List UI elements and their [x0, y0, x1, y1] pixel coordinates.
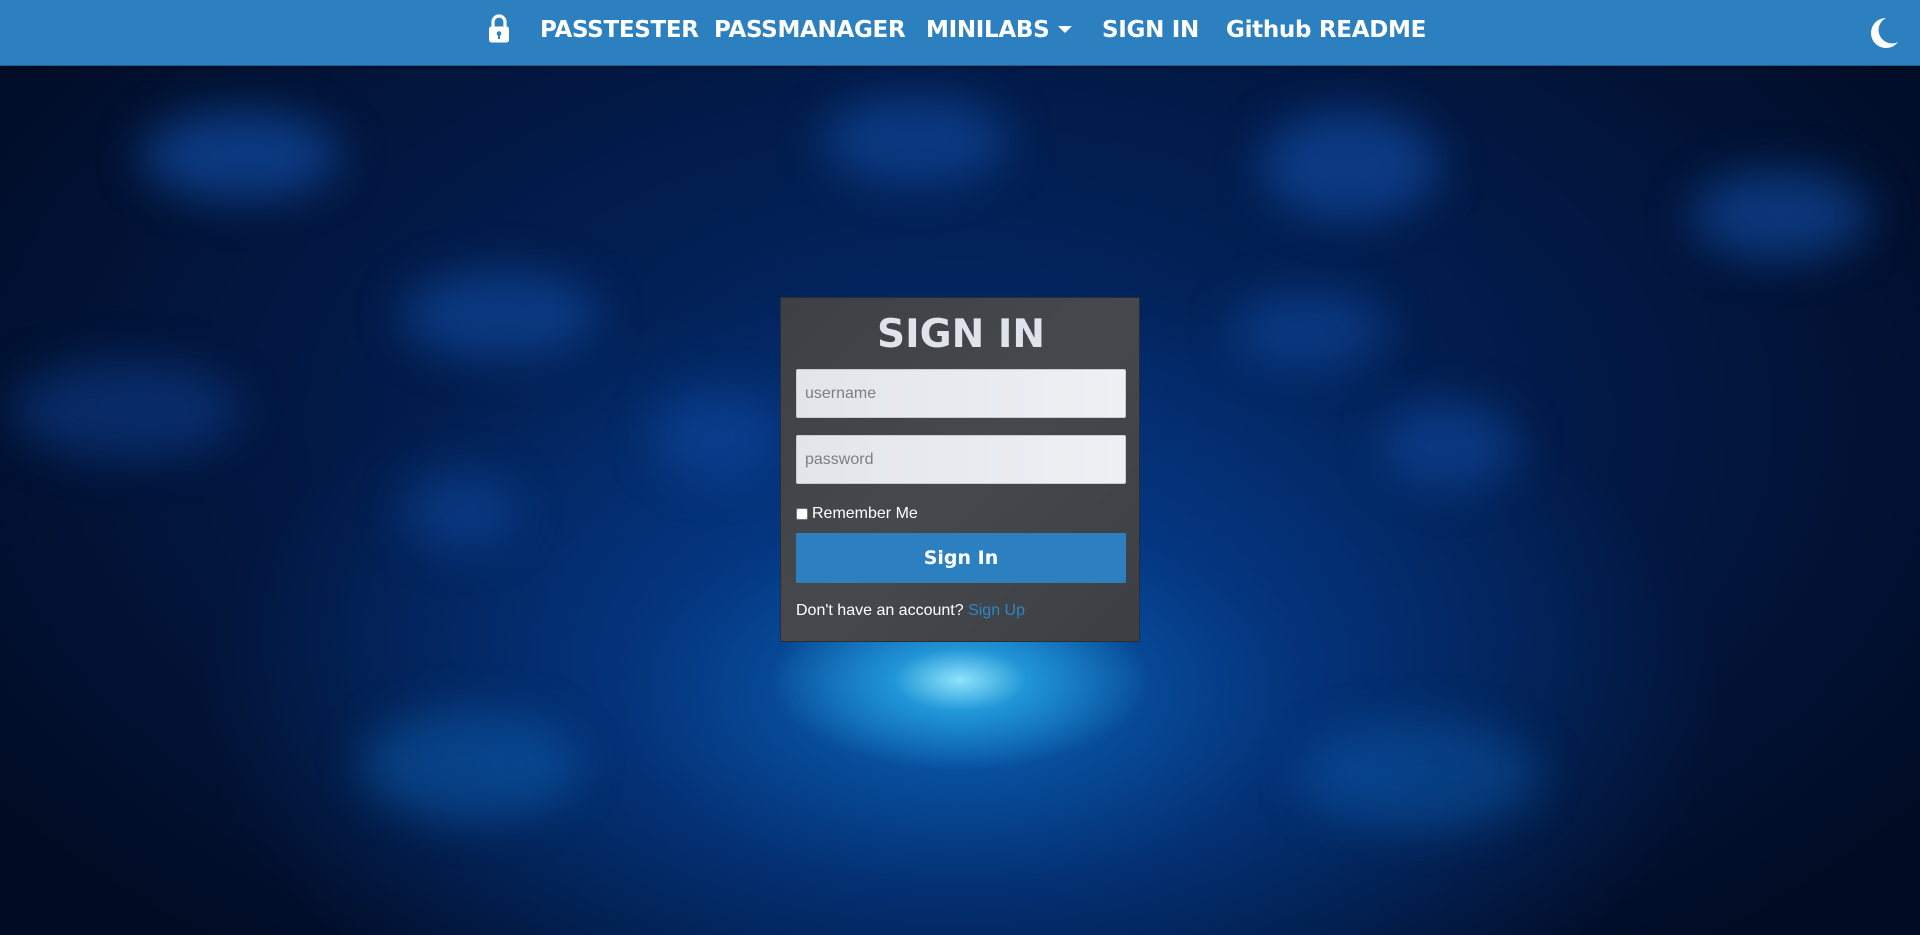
moon-icon[interactable] [1866, 16, 1900, 50]
bokeh-light [650, 390, 780, 480]
nav-dropdown-label: MINILABS [926, 17, 1050, 43]
chevron-down-icon [1058, 26, 1073, 33]
bokeh-light [140, 110, 340, 200]
lock-icon[interactable] [487, 14, 511, 44]
nav-dropdown-minilabs[interactable]: MINILABS [926, 17, 1073, 43]
signup-prompt: Don't have an account? Sign Up [796, 602, 1025, 620]
nav-link-passtester[interactable]: PASSTESTER [540, 17, 699, 43]
bokeh-light [10, 360, 240, 460]
sign-in-button[interactable]: Sign In [796, 533, 1126, 583]
signup-prompt-text: Don't have an account? [796, 602, 969, 619]
nav-link-sign-in[interactable]: SIGN IN [1102, 17, 1199, 43]
bokeh-light [400, 470, 520, 550]
bokeh-light [1300, 720, 1540, 830]
bokeh-light [400, 270, 600, 360]
remember-me-checkbox[interactable] [796, 508, 808, 520]
sign-up-link[interactable]: Sign Up [968, 602, 1025, 619]
username-input[interactable] [796, 369, 1126, 418]
remember-me-label[interactable]: Remember Me [812, 505, 918, 523]
password-input[interactable] [796, 435, 1126, 484]
bokeh-light [1230, 290, 1390, 370]
sign-in-card: SIGN IN Remember Me Sign In Don't have a… [780, 297, 1140, 642]
nav-link-github-readme[interactable]: Github README [1226, 17, 1426, 43]
bokeh-light [1690, 170, 1870, 260]
remember-me-row: Remember Me [796, 504, 918, 524]
bokeh-light [1380, 400, 1520, 490]
nav-link-passmanager[interactable]: PASSMANAGER [714, 17, 906, 43]
sign-in-title: SIGN IN [877, 312, 1045, 357]
bokeh-light [360, 710, 580, 820]
bokeh-light [1260, 110, 1440, 220]
bokeh-light [820, 95, 1010, 185]
top-navbar: PASSTESTER PASSMANAGER MINILABS SIGN IN … [0, 0, 1920, 66]
